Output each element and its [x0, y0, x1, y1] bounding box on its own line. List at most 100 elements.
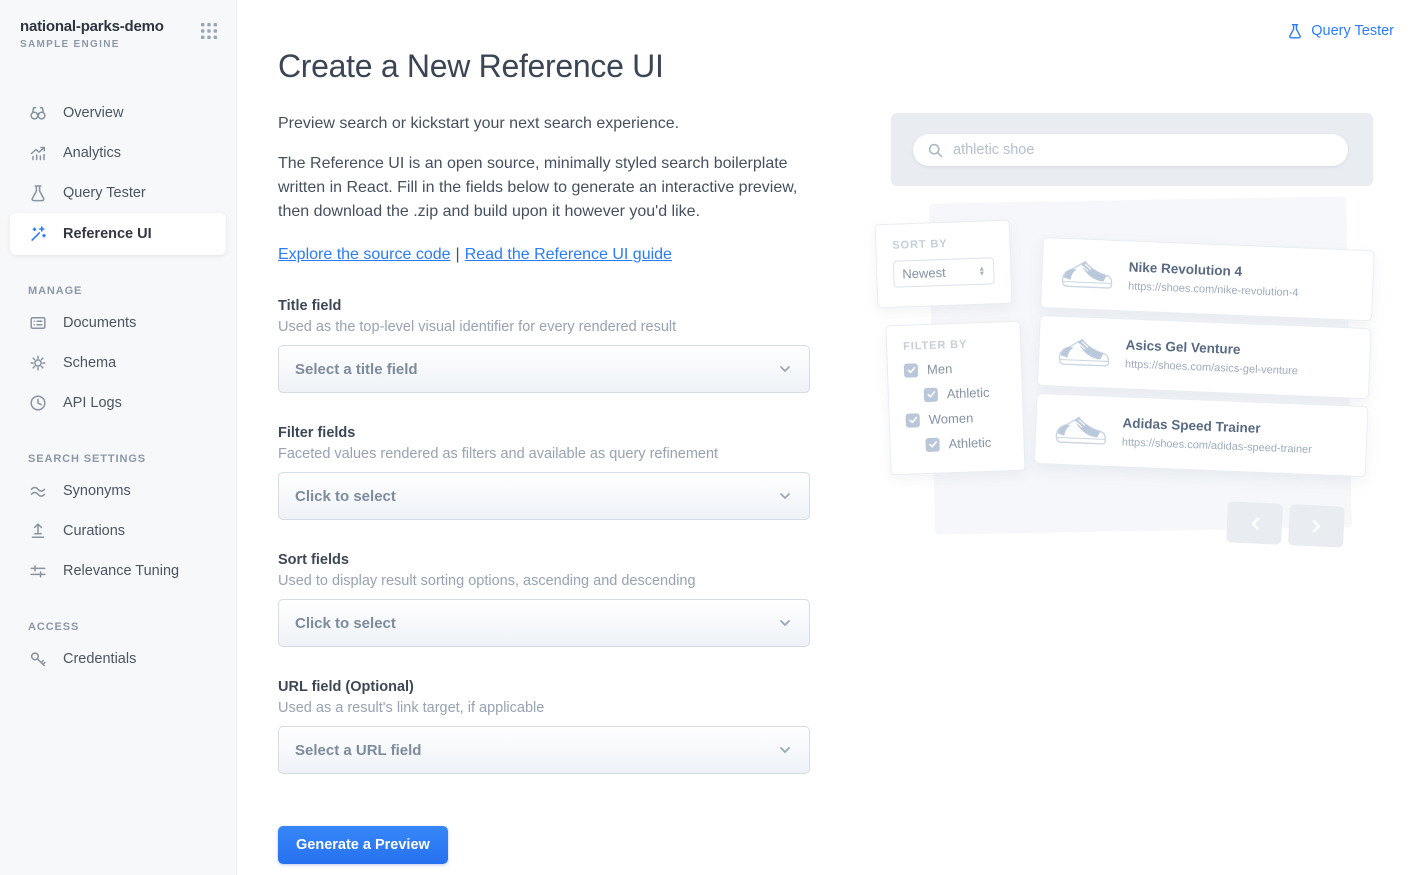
sidebar-nav: Overview Analytics Query [0, 50, 236, 679]
mock-filter-option: Women [905, 409, 1022, 428]
sidebar-item-query-tester[interactable]: Query Tester [0, 173, 236, 213]
field-label: Sort fields [278, 552, 810, 568]
sidebar-item-schema[interactable]: Schema [0, 343, 236, 383]
mock-filter-option: Men [904, 359, 1021, 378]
checkbox-checked-icon [925, 437, 939, 451]
chevron-down-icon [777, 488, 793, 504]
sidebar-section-access: ACCESS [28, 621, 236, 633]
links-row: Explore the source code | Read the Referen… [278, 246, 810, 264]
field-label: Filter fields [278, 425, 810, 441]
title-field-select[interactable]: Select a title field [278, 345, 810, 393]
mock-result-url: https://shoes.com/adidas-speed-trainer [1122, 436, 1312, 456]
main-content: Query Tester Create a New Reference UI P… [237, 0, 1412, 875]
sidebar-item-label: API Logs [63, 395, 122, 411]
app-switcher-icon[interactable] [200, 22, 218, 40]
guide-link[interactable]: Read the Reference UI guide [465, 246, 672, 263]
mock-pagination [1226, 501, 1345, 547]
mock-search-input: athletic shoe [913, 134, 1348, 166]
mock-sort-value: Newest [902, 265, 946, 282]
field-description: Used to display result sorting options, … [278, 573, 810, 589]
sneaker-icon [1055, 333, 1112, 371]
intro-text: Preview search or kickstart your next se… [278, 112, 810, 136]
sidebar-item-label: Analytics [63, 145, 121, 161]
sidebar-item-documents[interactable]: Documents [0, 303, 236, 343]
source-code-link[interactable]: Explore the source code [278, 246, 451, 263]
field-description: Used as the top-level visual identifier … [278, 319, 810, 335]
flask-icon [1286, 22, 1304, 40]
mock-result-title: Nike Revolution 4 [1129, 259, 1300, 281]
checkbox-checked-icon [906, 413, 920, 427]
engine-type-label: SAMPLE ENGINE [20, 39, 164, 50]
engine-header: national-parks-demo SAMPLE ENGINE [0, 0, 236, 50]
mock-sort-label: SORT BY [892, 236, 993, 252]
sort-fields-group: Sort fields Used to display result sorti… [278, 552, 810, 647]
mock-result-url: https://shoes.com/nike-revolution-4 [1128, 280, 1299, 299]
sort-fields-select[interactable]: Click to select [278, 599, 810, 647]
sidebar-item-analytics[interactable]: Analytics [0, 133, 236, 173]
query-tester-link[interactable]: Query Tester [1286, 22, 1394, 40]
flask-icon [28, 183, 48, 203]
sidebar-item-synonyms[interactable]: Synonyms [0, 471, 236, 511]
analytics-icon [28, 143, 48, 163]
page-title: Create a New Reference UI [278, 48, 810, 85]
binoculars-icon [28, 103, 48, 123]
mock-result-card: Asics Gel Venture https://shoes.com/asic… [1037, 315, 1372, 399]
sidebar-item-label: Synonyms [63, 483, 131, 499]
sidebar-item-api-logs[interactable]: API Logs [0, 383, 236, 423]
sidebar-item-credentials[interactable]: Credentials [0, 639, 236, 679]
mock-result-title: Asics Gel Venture [1125, 337, 1298, 359]
sidebar-item-curations[interactable]: Curations [0, 511, 236, 551]
chevron-down-icon [777, 615, 793, 631]
filter-fields-group: Filter fields Faceted values rendered as… [278, 425, 810, 520]
generate-preview-button[interactable]: Generate a Preview [278, 826, 448, 864]
mock-sort-card: SORT BY Newest ▲▼ [875, 220, 1013, 309]
search-icon [927, 142, 944, 159]
sidebar-item-label: Documents [63, 315, 136, 331]
promote-icon [28, 521, 48, 541]
mock-filter-option: Athletic [924, 384, 1022, 402]
sidebar-item-overview[interactable]: Overview [0, 93, 236, 133]
sidebar: national-parks-demo SAMPLE ENGINE [0, 0, 237, 875]
mock-result-card: Adidas Speed Trainer https://shoes.com/a… [1034, 393, 1369, 477]
mock-results-list: Nike Revolution 4 https://shoes.com/nike… [1034, 237, 1375, 477]
chevron-down-icon [777, 742, 793, 758]
field-description: Faceted values rendered as filters and a… [278, 446, 810, 462]
link-separator: | [456, 246, 460, 263]
sidebar-item-label: Curations [63, 523, 125, 539]
filter-fields-select[interactable]: Click to select [278, 472, 810, 520]
sidebar-item-label: Query Tester [63, 185, 146, 201]
query-tester-label: Query Tester [1311, 23, 1394, 39]
sliders-icon [28, 561, 48, 581]
checkbox-checked-icon [904, 363, 918, 377]
sidebar-item-relevance-tuning[interactable]: Relevance Tuning [0, 551, 236, 591]
select-value: Select a title field [295, 361, 418, 378]
reference-ui-form: Title field Used as the top-level visual… [278, 298, 810, 864]
mock-result-title: Adidas Speed Trainer [1122, 415, 1313, 438]
mock-search-header: athletic shoe [891, 113, 1373, 186]
mock-search-placeholder: athletic shoe [953, 142, 1034, 158]
select-value: Select a URL field [295, 742, 421, 759]
field-description: Used as a result's link target, if appli… [278, 700, 810, 716]
chevron-right-icon [1288, 504, 1345, 547]
mock-result-url: https://shoes.com/asics-gel-venture [1125, 358, 1298, 377]
app-root: national-parks-demo SAMPLE ENGINE [0, 0, 1412, 875]
field-label: URL field (Optional) [278, 679, 810, 695]
sidebar-item-reference-ui[interactable]: Reference UI [10, 213, 226, 255]
magic-wand-icon [28, 224, 48, 244]
url-field-select[interactable]: Select a URL field [278, 726, 810, 774]
documents-icon [28, 313, 48, 333]
sneaker-icon [1058, 255, 1115, 293]
sidebar-item-label: Overview [63, 105, 123, 121]
sidebar-item-label: Credentials [63, 651, 136, 667]
chevron-left-icon [1226, 501, 1283, 544]
waves-icon [28, 481, 48, 501]
description-text: The Reference UI is an open source, mini… [278, 152, 810, 224]
title-field-group: Title field Used as the top-level visual… [278, 298, 810, 393]
gear-icon [28, 353, 48, 373]
mock-sort-select: Newest ▲▼ [893, 257, 995, 288]
mock-filter-card: FILTER BY Men Athletic [885, 321, 1025, 476]
sort-arrows-icon: ▲▼ [978, 266, 985, 276]
sidebar-section-manage: MANAGE [28, 285, 236, 297]
form-column: Create a New Reference UI Preview search… [278, 48, 810, 864]
sidebar-item-label: Relevance Tuning [63, 563, 179, 579]
